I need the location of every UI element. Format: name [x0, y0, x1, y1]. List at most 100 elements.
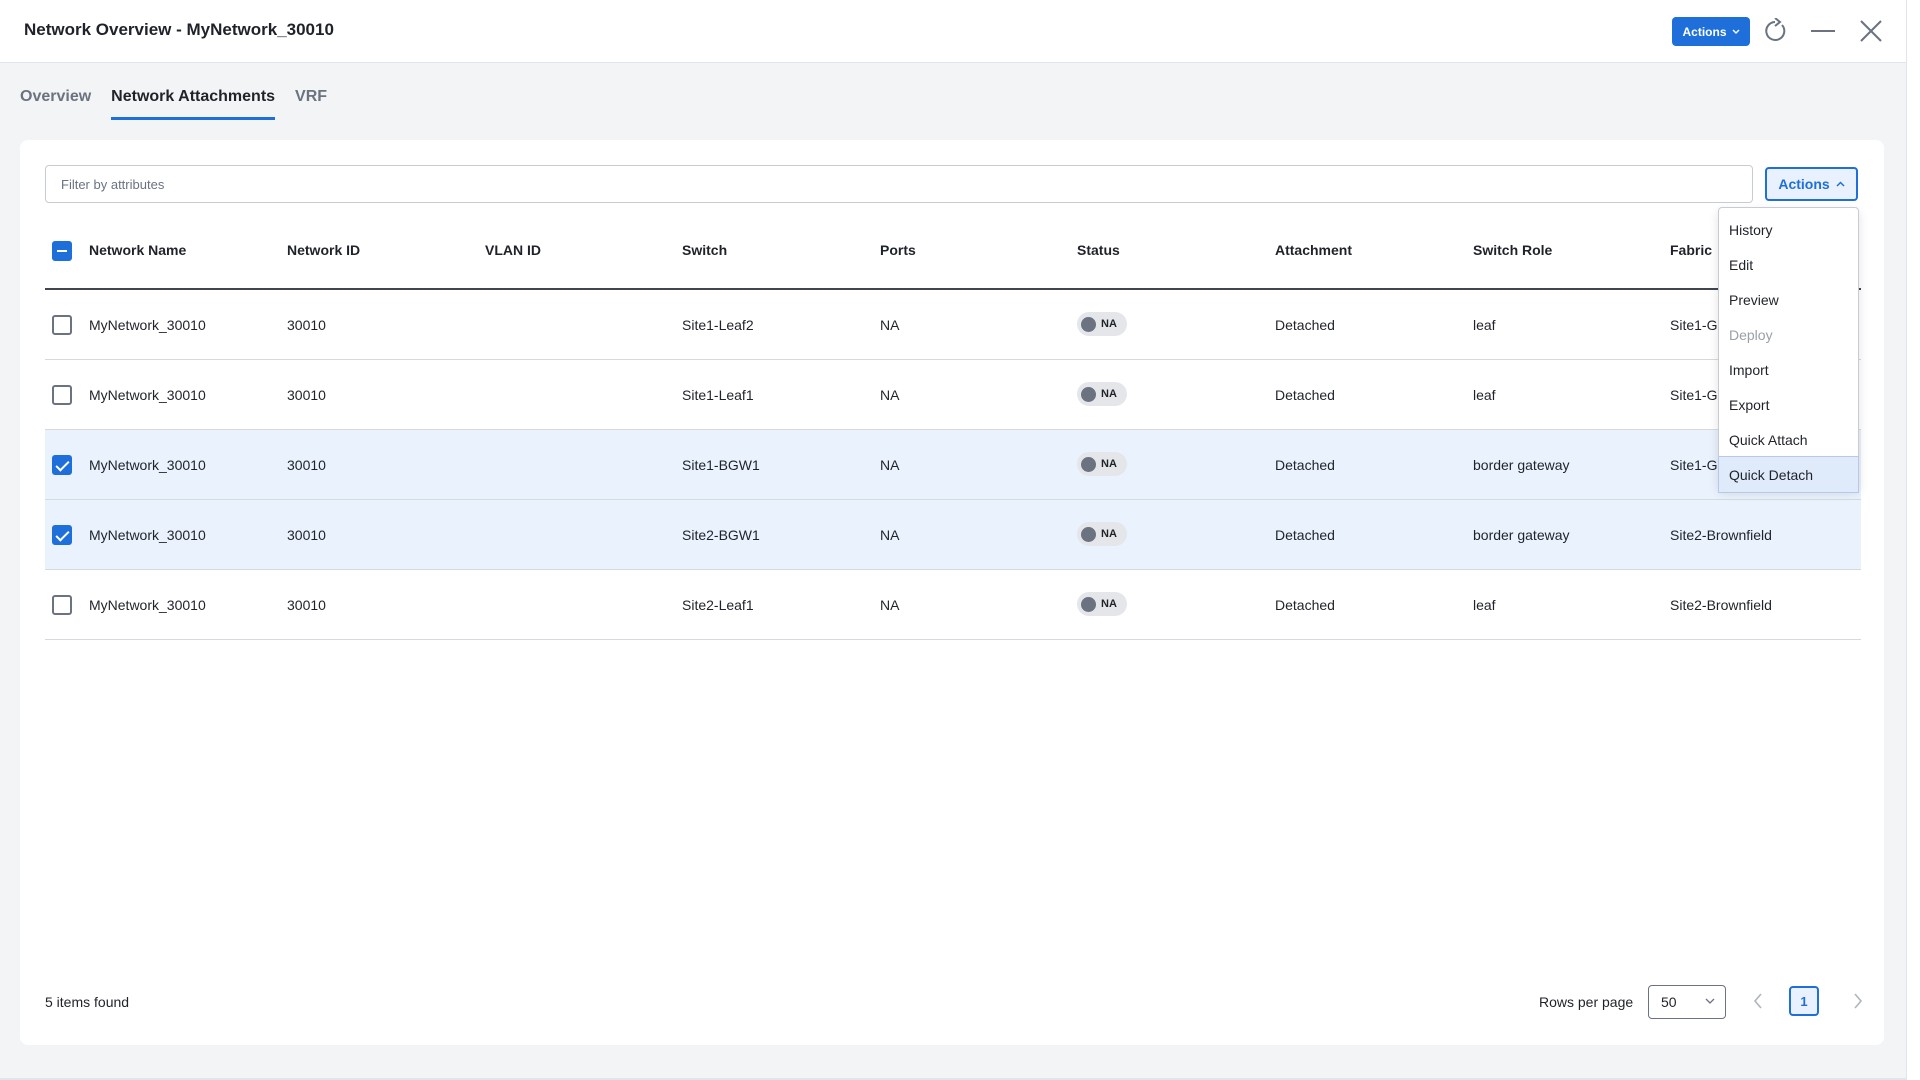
chevron-down-icon	[1705, 998, 1715, 1004]
cell-switch: Site2-BGW1	[682, 527, 760, 543]
column-header-network-id[interactable]: Network ID	[287, 242, 360, 258]
table-row[interactable]: MyNetwork_30010 30010 Site1-Leaf2 NA NA Detac…	[45, 290, 1861, 360]
cell-ports: NA	[880, 317, 900, 333]
row-checkbox[interactable]	[52, 595, 72, 615]
cell-network-id: 30010	[287, 457, 326, 473]
status-dot-icon	[1081, 386, 1096, 402]
status-badge: NA	[1077, 312, 1127, 336]
rows-per-page-select[interactable]: 50	[1648, 985, 1726, 1019]
menu-item-export[interactable]: Export	[1719, 387, 1858, 422]
row-checkbox[interactable]	[52, 315, 72, 335]
table-row[interactable]: MyNetwork_30010 30010 Site1-BGW1 NA NA Detach…	[45, 430, 1861, 500]
chevron-right-icon[interactable]	[1852, 992, 1864, 1013]
rows-per-page-value: 50	[1661, 994, 1677, 1010]
tab-bar: Overview Network Attachments VRF	[20, 88, 347, 120]
page-scrollbar[interactable]	[1906, 0, 1920, 1080]
header-actions-label: Actions	[1682, 24, 1727, 39]
tab-overview[interactable]: Overview	[20, 88, 91, 120]
minimize-icon[interactable]	[1808, 16, 1838, 46]
attachments-card: Actions Network Name Network ID VLAN ID …	[20, 140, 1884, 1045]
cell-attachment: Detached	[1275, 457, 1335, 473]
close-icon[interactable]	[1856, 16, 1886, 46]
cell-ports: NA	[880, 387, 900, 403]
rows-per-page-label: Rows per page	[1539, 994, 1634, 1010]
column-header-attachment[interactable]: Attachment	[1275, 242, 1352, 258]
column-header-network-name[interactable]: Network Name	[89, 242, 186, 258]
cell-fabric: Site1-G	[1670, 387, 1718, 403]
menu-item-history[interactable]: History	[1719, 212, 1858, 247]
status-text: NA	[1101, 458, 1117, 470]
cell-switch-role: leaf	[1473, 317, 1496, 333]
items-found-text: 5 items found	[45, 994, 130, 1010]
cell-switch: Site1-Leaf1	[682, 387, 754, 403]
status-text: NA	[1101, 318, 1117, 330]
cell-switch: Site2-Leaf1	[682, 597, 754, 613]
cell-fabric: Site1-G	[1670, 317, 1718, 333]
cell-attachment: Detached	[1275, 317, 1335, 333]
actions-button[interactable]: Actions	[1765, 167, 1858, 201]
cell-network-name: MyNetwork_30010	[89, 527, 206, 543]
status-dot-icon	[1081, 316, 1096, 332]
page-title: Network Overview - MyNetwork_30010	[24, 20, 334, 39]
menu-item-preview[interactable]: Preview	[1719, 282, 1858, 317]
status-badge: NA	[1077, 522, 1127, 546]
cell-switch-role: border gateway	[1473, 527, 1570, 543]
cell-switch: Site1-BGW1	[682, 457, 760, 473]
cell-attachment: Detached	[1275, 387, 1335, 403]
actions-button-label: Actions	[1778, 176, 1830, 192]
cell-switch: Site1-Leaf2	[682, 317, 754, 333]
cell-fabric: Site1-G	[1670, 457, 1718, 473]
tab-network-attachments[interactable]: Network Attachments	[111, 88, 276, 120]
select-all-checkbox[interactable]	[52, 241, 72, 261]
column-header-ports[interactable]: Ports	[880, 242, 916, 258]
column-header-status[interactable]: Status	[1077, 242, 1120, 258]
table-row[interactable]: MyNetwork_30010 30010 Site1-Leaf1 NA NA Detac…	[45, 360, 1861, 430]
status-dot-icon	[1081, 526, 1096, 542]
column-header-switch-role[interactable]: Switch Role	[1473, 242, 1552, 258]
cell-network-id: 30010	[287, 317, 326, 333]
cell-network-id: 30010	[287, 387, 326, 403]
cell-ports: NA	[880, 527, 900, 543]
row-checkbox[interactable]	[52, 525, 72, 545]
menu-item-import[interactable]: Import	[1719, 352, 1858, 387]
row-checkbox[interactable]	[52, 385, 72, 405]
attachments-table: Network Name Network ID VLAN ID Switch P…	[45, 212, 1861, 640]
menu-item-quick-attach[interactable]: Quick Attach	[1719, 422, 1858, 457]
cell-switch-role: leaf	[1473, 597, 1496, 613]
tab-vrf[interactable]: VRF	[295, 88, 327, 120]
cell-fabric: Site2-Brownfield	[1670, 527, 1772, 543]
cell-switch-role: leaf	[1473, 387, 1496, 403]
refresh-icon[interactable]	[1760, 16, 1790, 46]
header-actions-button[interactable]: Actions	[1672, 17, 1750, 46]
table-body: MyNetwork_30010 30010 Site1-Leaf2 NA NA Detac…	[45, 290, 1861, 640]
filter-input[interactable]	[45, 165, 1753, 203]
menu-item-deploy: Deploy	[1729, 326, 1773, 343]
status-badge: NA	[1077, 592, 1127, 616]
table-row[interactable]: MyNetwork_30010 30010 Site2-Leaf1 NA NA Detac…	[45, 570, 1861, 640]
network-overview-modal: Network Overview - MyNetwork_30010 Actio…	[0, 0, 1906, 1080]
cell-network-name: MyNetwork_30010	[89, 387, 206, 403]
chevron-down-icon	[1732, 29, 1739, 34]
chevron-up-icon	[1836, 181, 1845, 187]
menu-item-quick-detach[interactable]: Quick Detach	[1718, 456, 1859, 493]
table-row[interactable]: MyNetwork_30010 30010 Site2-BGW1 NA NA Detach…	[45, 500, 1861, 570]
cell-switch-role: border gateway	[1473, 457, 1570, 473]
status-text: NA	[1101, 598, 1117, 610]
column-header-switch[interactable]: Switch	[682, 242, 727, 258]
page-number-button[interactable]: 1	[1789, 986, 1819, 1016]
status-dot-icon	[1081, 456, 1096, 472]
cell-network-id: 30010	[287, 527, 326, 543]
cell-fabric: Site2-Brownfield	[1670, 597, 1772, 613]
chevron-left-icon[interactable]	[1752, 992, 1764, 1013]
column-header-fabric[interactable]: Fabric	[1670, 242, 1712, 258]
menu-item-edit[interactable]: Edit	[1719, 247, 1858, 282]
row-checkbox[interactable]	[52, 455, 72, 475]
table-header: Network Name Network ID VLAN ID Switch P…	[45, 212, 1861, 290]
cell-ports: NA	[880, 597, 900, 613]
cell-attachment: Detached	[1275, 597, 1335, 613]
actions-dropdown-menu: History Edit Preview Deploy Import Export Quic…	[1718, 207, 1859, 493]
modal-header: Network Overview - MyNetwork_30010 Actio…	[0, 0, 1906, 63]
status-badge: NA	[1077, 382, 1127, 406]
status-dot-icon	[1081, 596, 1096, 612]
column-header-vlan-id[interactable]: VLAN ID	[485, 242, 541, 258]
